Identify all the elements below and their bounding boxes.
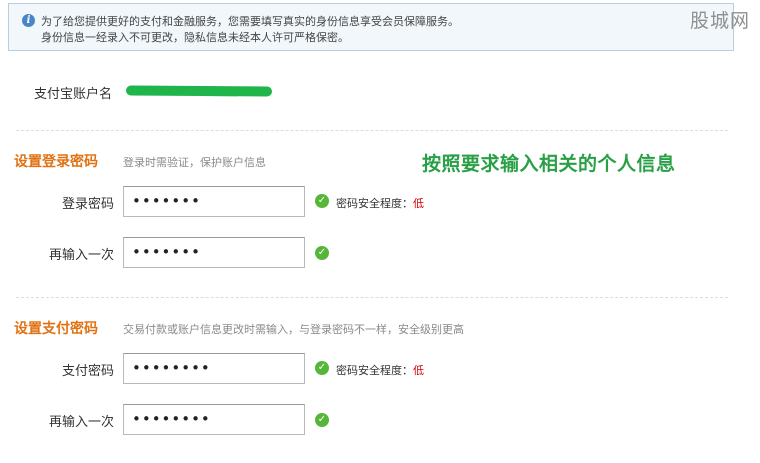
- info-icon: i: [22, 14, 35, 27]
- strength-label: 密码安全程度：: [336, 197, 413, 210]
- pay-password-confirm-input[interactable]: ••••••••: [123, 404, 305, 435]
- check-icon: ✓: [315, 361, 329, 375]
- pay-password-confirm-label: 再输入一次: [48, 415, 114, 430]
- pay-password-section-description: 交易付款或账户信息更改时需输入，与登录密码不一样，安全级别更高: [123, 323, 464, 336]
- login-password-section-description: 登录时需验证，保护账户信息: [123, 156, 266, 169]
- info-notice: i 为了给您提供更好的支付和金融服务，您需要填写真实的身份信息享受会员保障服务。…: [8, 3, 734, 51]
- instruction-callout: 按照要求输入相关的个人信息: [422, 153, 676, 175]
- check-icon: ✓: [315, 194, 329, 208]
- divider: [16, 297, 728, 298]
- check-icon: ✓: [315, 413, 329, 427]
- check-icon: ✓: [315, 246, 329, 260]
- watermark: 股城网: [690, 10, 751, 32]
- pay-password-input[interactable]: ••••••••: [123, 353, 305, 384]
- account-name-label: 支付宝账户名: [34, 87, 113, 102]
- notice-line-2: 身份信息一经录入不可更改，隐私信息未经本人许可严格保密。: [41, 31, 349, 44]
- login-password-input[interactable]: •••••••: [123, 186, 305, 217]
- login-password-label: 登录密码: [61, 197, 114, 212]
- notice-line-1: 为了给您提供更好的支付和金融服务，您需要填写真实的身份信息享受会员保障服务。: [41, 15, 459, 28]
- pay-password-label: 支付密码: [61, 364, 114, 379]
- strength-level: 低: [413, 197, 424, 210]
- divider: [16, 130, 728, 131]
- login-password-confirm-label: 再输入一次: [48, 248, 114, 263]
- login-password-confirm-input[interactable]: •••••••: [123, 237, 305, 268]
- redacted-account-name: [125, 85, 273, 97]
- login-password-strength: 密码安全程度：低: [336, 195, 424, 211]
- strength-level: 低: [413, 364, 424, 377]
- pay-password-section-title: 设置支付密码: [14, 321, 98, 337]
- strength-label: 密码安全程度：: [336, 364, 413, 377]
- login-password-section-title: 设置登录密码: [14, 154, 98, 170]
- pay-password-strength: 密码安全程度：低: [336, 362, 424, 378]
